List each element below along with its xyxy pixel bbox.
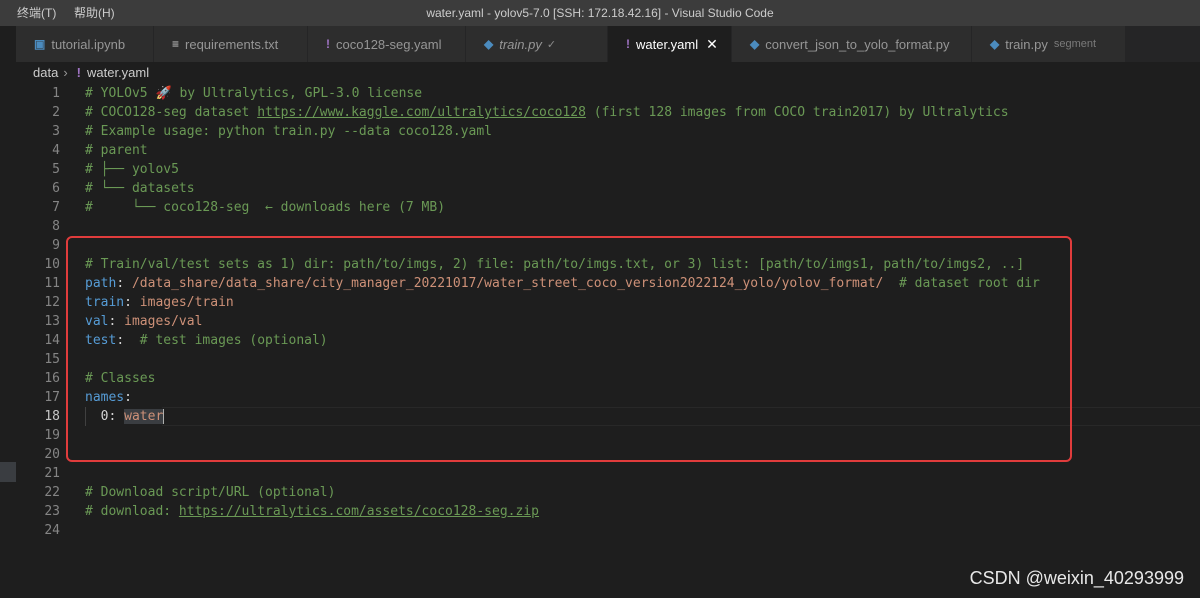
code-line: 8 xyxy=(0,217,1200,236)
code-line: 7 # └── coco128-seg ← downloads here (7 M… xyxy=(0,198,1200,217)
code-line: 6 # └── datasets xyxy=(0,179,1200,198)
code-line: 24 xyxy=(0,521,1200,540)
title-bar: 终端(T) 帮助(H) water.yaml - yolov5-7.0 [SSH… xyxy=(0,0,1200,26)
line-number: 20 xyxy=(44,447,60,462)
kaggle-link[interactable]: https://www.kaggle.com/ultralytics/coco1… xyxy=(257,105,586,120)
line-number: 24 xyxy=(44,523,60,538)
python-icon: ◆ xyxy=(750,37,760,51)
code-line: 1 # YOLOv5 🚀 by Ultralytics, GPL-3.0 lice… xyxy=(0,84,1200,103)
line-number: 6 xyxy=(52,181,60,196)
python-icon: ◆ xyxy=(990,37,1000,51)
line-text: # Download script/URL (optional) xyxy=(85,485,336,500)
tab-label: water.yaml xyxy=(636,36,699,52)
tab-tutorial-ipynb[interactable]: ▣ tutorial.ipynb xyxy=(16,26,154,62)
yaml-icon: ! xyxy=(326,37,330,51)
code-line: 5 # ├── yolov5 xyxy=(0,160,1200,179)
breadcrumb: data ›! water.yaml xyxy=(33,62,149,84)
line-text: # parent xyxy=(85,143,148,158)
breadcrumb-folder[interactable]: data xyxy=(33,65,58,80)
tab-label: train.py xyxy=(499,36,542,52)
line-number: 19 xyxy=(44,428,60,443)
watermark: CSDN @weixin_40293999 xyxy=(969,568,1184,588)
line-number: 13 xyxy=(44,314,60,329)
window-title: water.yaml - yolov5-7.0 [SSH: 172.18.42.… xyxy=(426,6,774,20)
line-text: # Example usage: python train.py --data … xyxy=(85,124,492,139)
tab-label: requirements.txt xyxy=(185,36,279,52)
line-number: 21 xyxy=(44,466,60,481)
comment-text: # COCO128-seg dataset xyxy=(85,105,258,120)
line-number: 8 xyxy=(52,219,60,234)
comment-text: (first 128 images from COCO train2017) b… xyxy=(585,105,1009,120)
code-line: 2 # COCO128-seg dataset https://www.kaggl… xyxy=(0,103,1200,122)
tab-label: coco128-seg.yaml xyxy=(336,36,442,52)
tab-bar: ▣ tutorial.ipynb ≡ requirements.txt ! co… xyxy=(16,26,1200,62)
close-icon[interactable]: ✕ xyxy=(706,36,718,53)
comment-text: # download: xyxy=(85,504,179,519)
breadcrumb-file[interactable]: water.yaml xyxy=(87,65,149,80)
code-line: 21 xyxy=(0,464,1200,483)
notebook-icon: ▣ xyxy=(34,37,46,51)
yaml-icon: ! xyxy=(626,37,630,51)
line-number: 7 xyxy=(52,200,60,215)
line-text: # └── datasets xyxy=(85,181,195,196)
line-number: 11 xyxy=(44,276,60,291)
tab-coco128-seg-yaml[interactable]: ! coco128-seg.yaml xyxy=(308,26,466,62)
line-text: # ├── yolov5 xyxy=(85,162,179,177)
line-number: 16 xyxy=(44,371,60,386)
tab-water-yaml[interactable]: ! water.yaml ✕ xyxy=(608,26,732,62)
python-icon: ◆ xyxy=(484,37,494,51)
chevron-right-icon: › xyxy=(63,65,68,80)
line-text: # └── coco128-seg ← downloads here (7 MB… xyxy=(85,200,446,215)
line-number: 5 xyxy=(52,162,60,177)
line-number: 23 xyxy=(44,504,60,519)
tab-requirements-txt[interactable]: ≡ requirements.txt xyxy=(154,26,308,62)
line-number: 10 xyxy=(44,257,60,272)
line-number: 1 xyxy=(52,86,60,101)
tab-label: train.py xyxy=(1005,36,1048,52)
tab-label: tutorial.ipynb xyxy=(51,36,126,52)
highlight-annotation-box xyxy=(66,236,1072,462)
yaml-icon: ! xyxy=(76,65,81,80)
line-number: 18 xyxy=(44,409,60,424)
line-number: 22 xyxy=(44,485,60,500)
download-link[interactable]: https://ultralytics.com/assets/coco128-s… xyxy=(179,504,539,519)
code-line: 3 # Example usage: python train.py --data… xyxy=(0,122,1200,141)
line-number: 9 xyxy=(52,238,60,253)
code-line: 23 # download: https://ultralytics.com/as… xyxy=(0,502,1200,521)
tab-train-py[interactable]: ◆ train.py ✓ xyxy=(466,26,608,62)
line-number: 2 xyxy=(52,105,60,120)
line-number: 17 xyxy=(44,390,60,405)
tab-description: segment xyxy=(1053,38,1097,50)
tab-train-py-segment[interactable]: ◆ train.py segment xyxy=(972,26,1126,62)
line-number: 12 xyxy=(44,295,60,310)
line-number: 15 xyxy=(44,352,60,367)
code-line: 22 # Download script/URL (optional) xyxy=(0,483,1200,502)
line-number: 14 xyxy=(44,333,60,348)
tab-label: convert_json_to_yolo_format.py xyxy=(765,36,950,52)
tab-convert-json-to-yolo-format-py[interactable]: ◆ convert_json_to_yolo_format.py xyxy=(732,26,972,62)
text-file-icon: ≡ xyxy=(172,37,180,51)
line-text: # YOLOv5 🚀 by Ultralytics, GPL-3.0 licen… xyxy=(85,86,423,101)
line-number: 4 xyxy=(52,143,60,158)
tab-status-mark: ✓ xyxy=(546,38,557,51)
code-line: 4 # parent xyxy=(0,141,1200,160)
line-number: 3 xyxy=(52,124,60,139)
